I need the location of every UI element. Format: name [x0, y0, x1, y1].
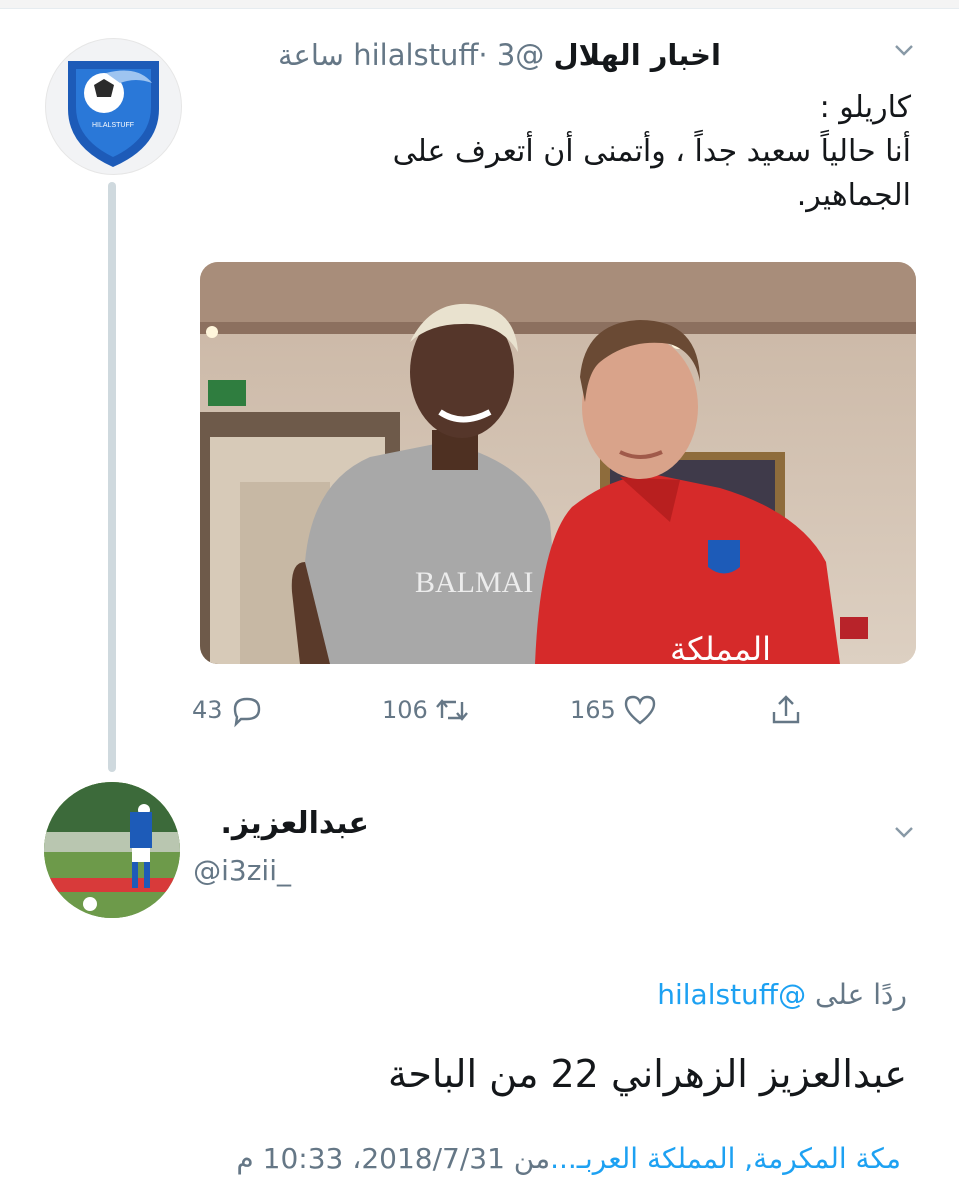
hilalstuff-avatar[interactable]: HILALSTUFF	[45, 38, 182, 175]
photo-sponsor-text: المملكة	[670, 630, 771, 664]
tweet1-separator: ·	[478, 38, 488, 72]
tweet1-text-line1: كاريلو :	[819, 90, 911, 125]
i3zii-avatar[interactable]	[44, 782, 180, 918]
share-icon	[772, 695, 800, 724]
tweet1-header: اخبار الهلال @hilalstuff· 3 ساعة	[278, 34, 721, 76]
tweet2-meta: مكة المكرمة, المملكة العربـ...من 2018/7/…	[236, 1142, 901, 1175]
reply-count: 43	[192, 696, 223, 724]
tweet2-display-name[interactable]: عبدالعزيز.	[220, 806, 369, 841]
tweet2-handle[interactable]: @i3zii_	[193, 854, 291, 887]
avatar-footballer-photo	[44, 782, 180, 918]
thread-connector-line	[108, 182, 116, 772]
tweet1-photo[interactable]: BALMAI المملكة	[200, 262, 916, 664]
reply-to-link[interactable]: @hilalstuff	[657, 978, 806, 1011]
like-action[interactable]: 165	[570, 690, 658, 730]
chevron-down-icon[interactable]	[890, 818, 918, 852]
club-shield-logo: HILALSTUFF	[68, 61, 159, 167]
retweet-icon	[435, 699, 468, 721]
from-label: من	[513, 1142, 551, 1175]
tweet2-location[interactable]: مكة المكرمة, المملكة العربـ...	[550, 1142, 901, 1175]
top-divider	[0, 0, 959, 9]
retweet-count: 106	[382, 696, 428, 724]
tweet1-text-line2: أنا حالياً سعيد جداً ، وأتمنى أن أتعرف ع…	[392, 134, 911, 169]
tweet1-text-line3: الجماهير.	[796, 178, 911, 213]
reply-action[interactable]: 43	[192, 690, 265, 730]
tweet2-timestamp: 2018/7/31، 10:33 م	[236, 1142, 505, 1175]
tweet2-text: عبدالعزيز الزهراني 22 من الباحة	[388, 1052, 907, 1096]
reply-icon	[233, 697, 260, 728]
photo-shirt-text: BALMAI	[415, 566, 533, 599]
reply-context: ردًا على @hilalstuff	[657, 978, 907, 1011]
heart-icon	[624, 695, 656, 725]
share-action[interactable]	[768, 690, 804, 730]
photo-two-men: BALMAI المملكة	[200, 262, 916, 664]
retweet-action[interactable]: 106	[382, 690, 470, 730]
tweet1-handle[interactable]: @hilalstuff	[353, 38, 544, 72]
tweet1-display-name[interactable]: اخبار الهلال	[553, 38, 721, 72]
like-count: 165	[570, 696, 616, 724]
chevron-down-icon[interactable]	[890, 36, 918, 70]
reply-prefix: ردًا على	[815, 978, 907, 1011]
svg-text:HILALSTUFF: HILALSTUFF	[92, 122, 134, 129]
tweet1-text: كاريلو : أنا حالياً سعيد جداً ، وأتمنى أ…	[311, 86, 911, 218]
